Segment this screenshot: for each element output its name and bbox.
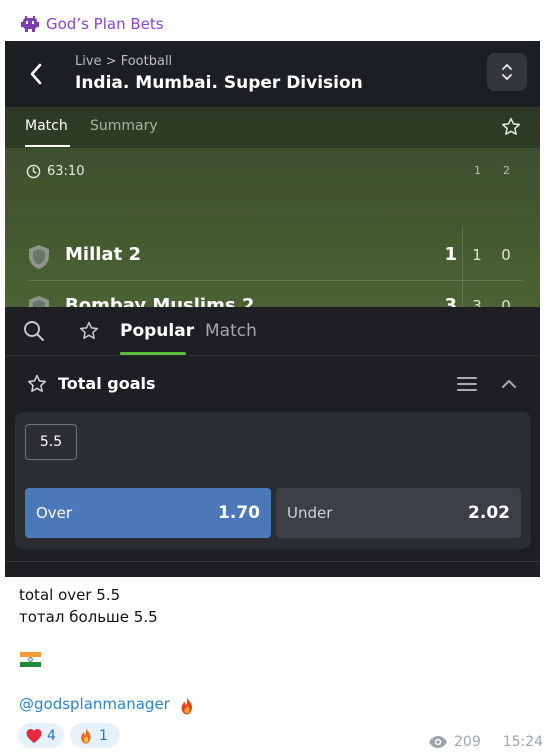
over-odds-button[interactable]: Over 1.70 <box>25 488 271 538</box>
odds-label: Over <box>36 504 73 522</box>
message-card: God’s Plan Bets Live > Football India. M… <box>0 0 545 756</box>
odds-value: 2.02 <box>468 503 510 523</box>
alien-monster-icon <box>21 16 39 32</box>
tab-match[interactable]: Match <box>25 118 68 134</box>
team-row-home: Millat 2 1 1 0 <box>27 236 527 276</box>
channel-header[interactable]: God’s Plan Bets <box>20 12 164 36</box>
under-odds-button[interactable]: Under 2.02 <box>276 488 521 538</box>
chevron-up-icon[interactable] <box>500 375 518 393</box>
mention-link[interactable]: @godsplanmanager <box>19 695 170 713</box>
team-score: 1 <box>444 244 457 265</box>
line-selector[interactable]: 5.5 <box>25 424 77 460</box>
odds-value: 1.70 <box>218 503 260 523</box>
view-count: 209 <box>454 734 481 750</box>
market-name: Total goals <box>58 374 156 393</box>
match-tabs: Match Summary <box>5 107 540 148</box>
period-1-score: 1 <box>472 246 482 264</box>
tab-match-underline <box>25 145 70 147</box>
top-bar: Live > Football India. Mumbai. Super Div… <box>5 41 540 107</box>
team-name: Millat 2 <box>65 244 141 265</box>
row-divider <box>27 280 523 281</box>
bet-screenshot[interactable]: Live > Football India. Mumbai. Super Div… <box>5 41 540 577</box>
breadcrumb[interactable]: Live > Football <box>75 54 172 69</box>
period-header-2: 2 <box>503 164 510 177</box>
india-flag-icon <box>20 652 41 667</box>
tab-summary[interactable]: Summary <box>90 118 158 134</box>
chevron-left-icon <box>30 63 42 85</box>
star-icon[interactable] <box>78 320 100 342</box>
star-icon[interactable] <box>26 373 48 395</box>
chevron-up-down-icon <box>502 64 512 80</box>
reaction-heart[interactable]: 4 <box>18 723 64 748</box>
period-2-score: 0 <box>501 246 511 264</box>
reaction-count: 1 <box>99 727 108 744</box>
clock-icon <box>26 164 41 179</box>
tab-match-markets[interactable]: Match <box>205 321 257 341</box>
fire-icon <box>181 697 192 715</box>
score-divider <box>462 227 463 307</box>
reaction-count: 4 <box>47 727 56 744</box>
channel-name: God’s Plan Bets <box>46 15 164 33</box>
message-meta: 209 15:24 <box>428 734 543 750</box>
heart-icon <box>26 728 42 743</box>
message-text: total over 5.5 тотал больше 5.5 <box>19 584 158 628</box>
market-header[interactable]: Total goals <box>5 356 540 412</box>
eye-icon <box>429 736 447 748</box>
search-icon[interactable] <box>22 319 46 343</box>
reaction-fire[interactable]: 1 <box>70 723 120 748</box>
fire-icon <box>81 727 91 744</box>
star-icon[interactable] <box>500 116 522 138</box>
back-button[interactable] <box>23 61 49 87</box>
tab-popular-underline <box>120 352 186 355</box>
caption-line: тотал больше 5.5 <box>19 608 158 626</box>
tab-popular[interactable]: Popular <box>120 321 194 341</box>
clock-value: 63:10 <box>47 164 85 179</box>
market-box: 5.5 Over 1.70 Under 2.02 <box>15 412 531 549</box>
odds-label: Under <box>287 504 333 522</box>
message-time: 15:24 <box>502 734 544 750</box>
match-clock: 63:10 <box>26 164 84 179</box>
match-panel: Match Summary 63:10 1 2 Millat 2 1 1 0 B… <box>5 107 540 320</box>
divider <box>5 561 540 562</box>
menu-icon[interactable] <box>456 375 478 393</box>
period-header-1: 1 <box>474 164 481 177</box>
expand-button[interactable] <box>487 53 527 91</box>
caption-line: total over 5.5 <box>19 586 121 604</box>
league-title: India. Mumbai. Super Division <box>75 73 363 93</box>
shield-icon <box>29 245 49 269</box>
market-tabs: Popular Match <box>5 307 540 356</box>
